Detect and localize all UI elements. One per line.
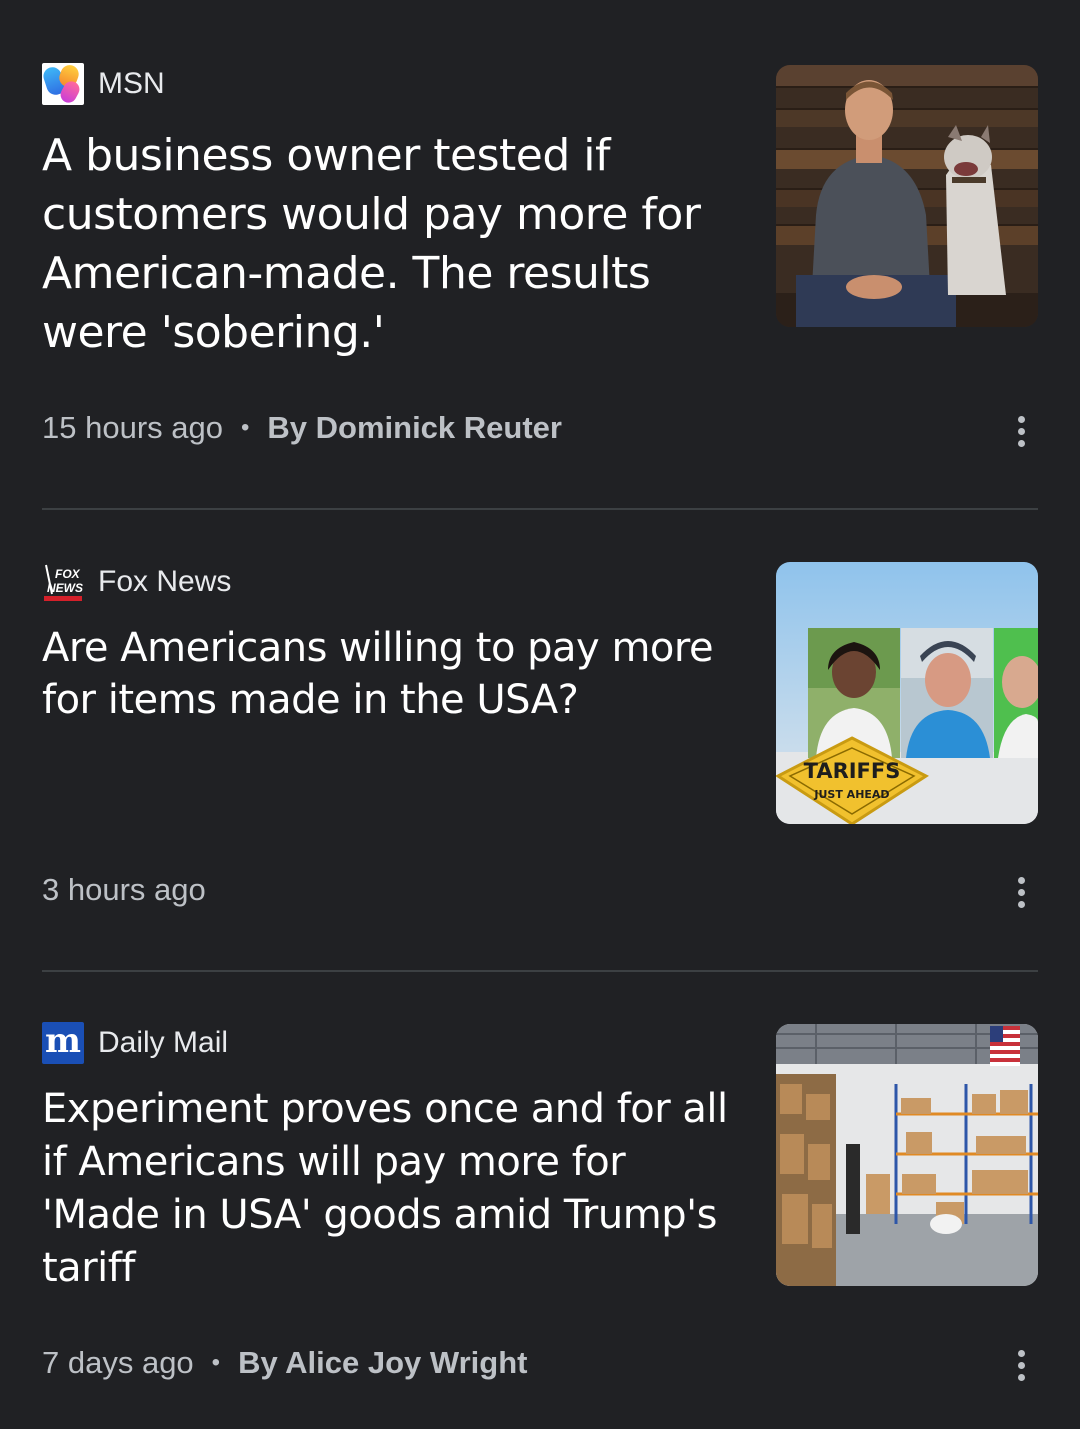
article-headline[interactable]: Experiment proves once and for all if Am… (42, 1083, 742, 1295)
daily-mail-glyph: m (45, 1022, 81, 1061)
source-row: FOX NEWS Fox News (42, 560, 231, 604)
msn-butterfly-icon (42, 63, 84, 105)
article-author: By Alice Joy Wright (238, 1345, 528, 1380)
card-divider (42, 970, 1038, 972)
article-thumbnail[interactable]: TARIFFS JUST AHEAD (776, 562, 1038, 824)
man-with-dog-photo (776, 65, 1038, 327)
source-name: Fox News (98, 565, 232, 598)
article-meta: 15 hours ago • By Dominick Reuter (42, 410, 562, 446)
article-card[interactable]: m Daily Mail Experiment proves once and … (0, 973, 1080, 1429)
warehouse-photo (776, 1024, 1038, 1286)
article-headline[interactable]: Are Americans willing to pay more for it… (42, 622, 742, 726)
article-headline[interactable]: A business owner tested if customers wou… (42, 126, 742, 362)
more-vert-icon[interactable] (1004, 865, 1038, 919)
tariffs-sign-subtitle: JUST AHEAD (813, 788, 889, 801)
article-card[interactable]: FOX NEWS Fox News Are Americans willing … (0, 512, 1080, 972)
article-time: 3 hours ago (42, 872, 206, 907)
source-name: Daily Mail (98, 1026, 229, 1059)
article-card[interactable]: MSN A business owner tested if customers… (0, 0, 1080, 510)
article-thumbnail[interactable] (776, 1024, 1038, 1286)
american-flag (990, 1026, 1020, 1066)
article-author: By Dominick Reuter (267, 410, 562, 445)
source-row: MSN (42, 62, 165, 106)
article-meta: 3 hours ago (42, 872, 206, 908)
article-thumbnail[interactable] (776, 65, 1038, 327)
source-name: MSN (98, 67, 165, 100)
article-meta: 7 days ago • By Alice Joy Wright (42, 1345, 527, 1381)
article-time: 15 hours ago (42, 410, 223, 445)
fox-logo-text-top: FOX (55, 567, 81, 581)
article-time: 7 days ago (42, 1345, 194, 1380)
more-vert-icon[interactable] (1004, 1338, 1038, 1392)
news-feed: MSN A business owner tested if customers… (0, 0, 1080, 1429)
fox-news-icon: FOX NEWS (42, 561, 84, 603)
tariffs-interviews-photo: TARIFFS JUST AHEAD (776, 562, 1038, 824)
meta-separator: • (240, 414, 250, 441)
card-divider (42, 508, 1038, 510)
source-row: m Daily Mail (42, 1021, 228, 1065)
meta-separator: • (211, 1349, 221, 1376)
daily-mail-icon: m (42, 1022, 84, 1064)
tariffs-sign-title: TARIFFS (804, 759, 901, 783)
more-vert-icon[interactable] (1004, 404, 1038, 458)
